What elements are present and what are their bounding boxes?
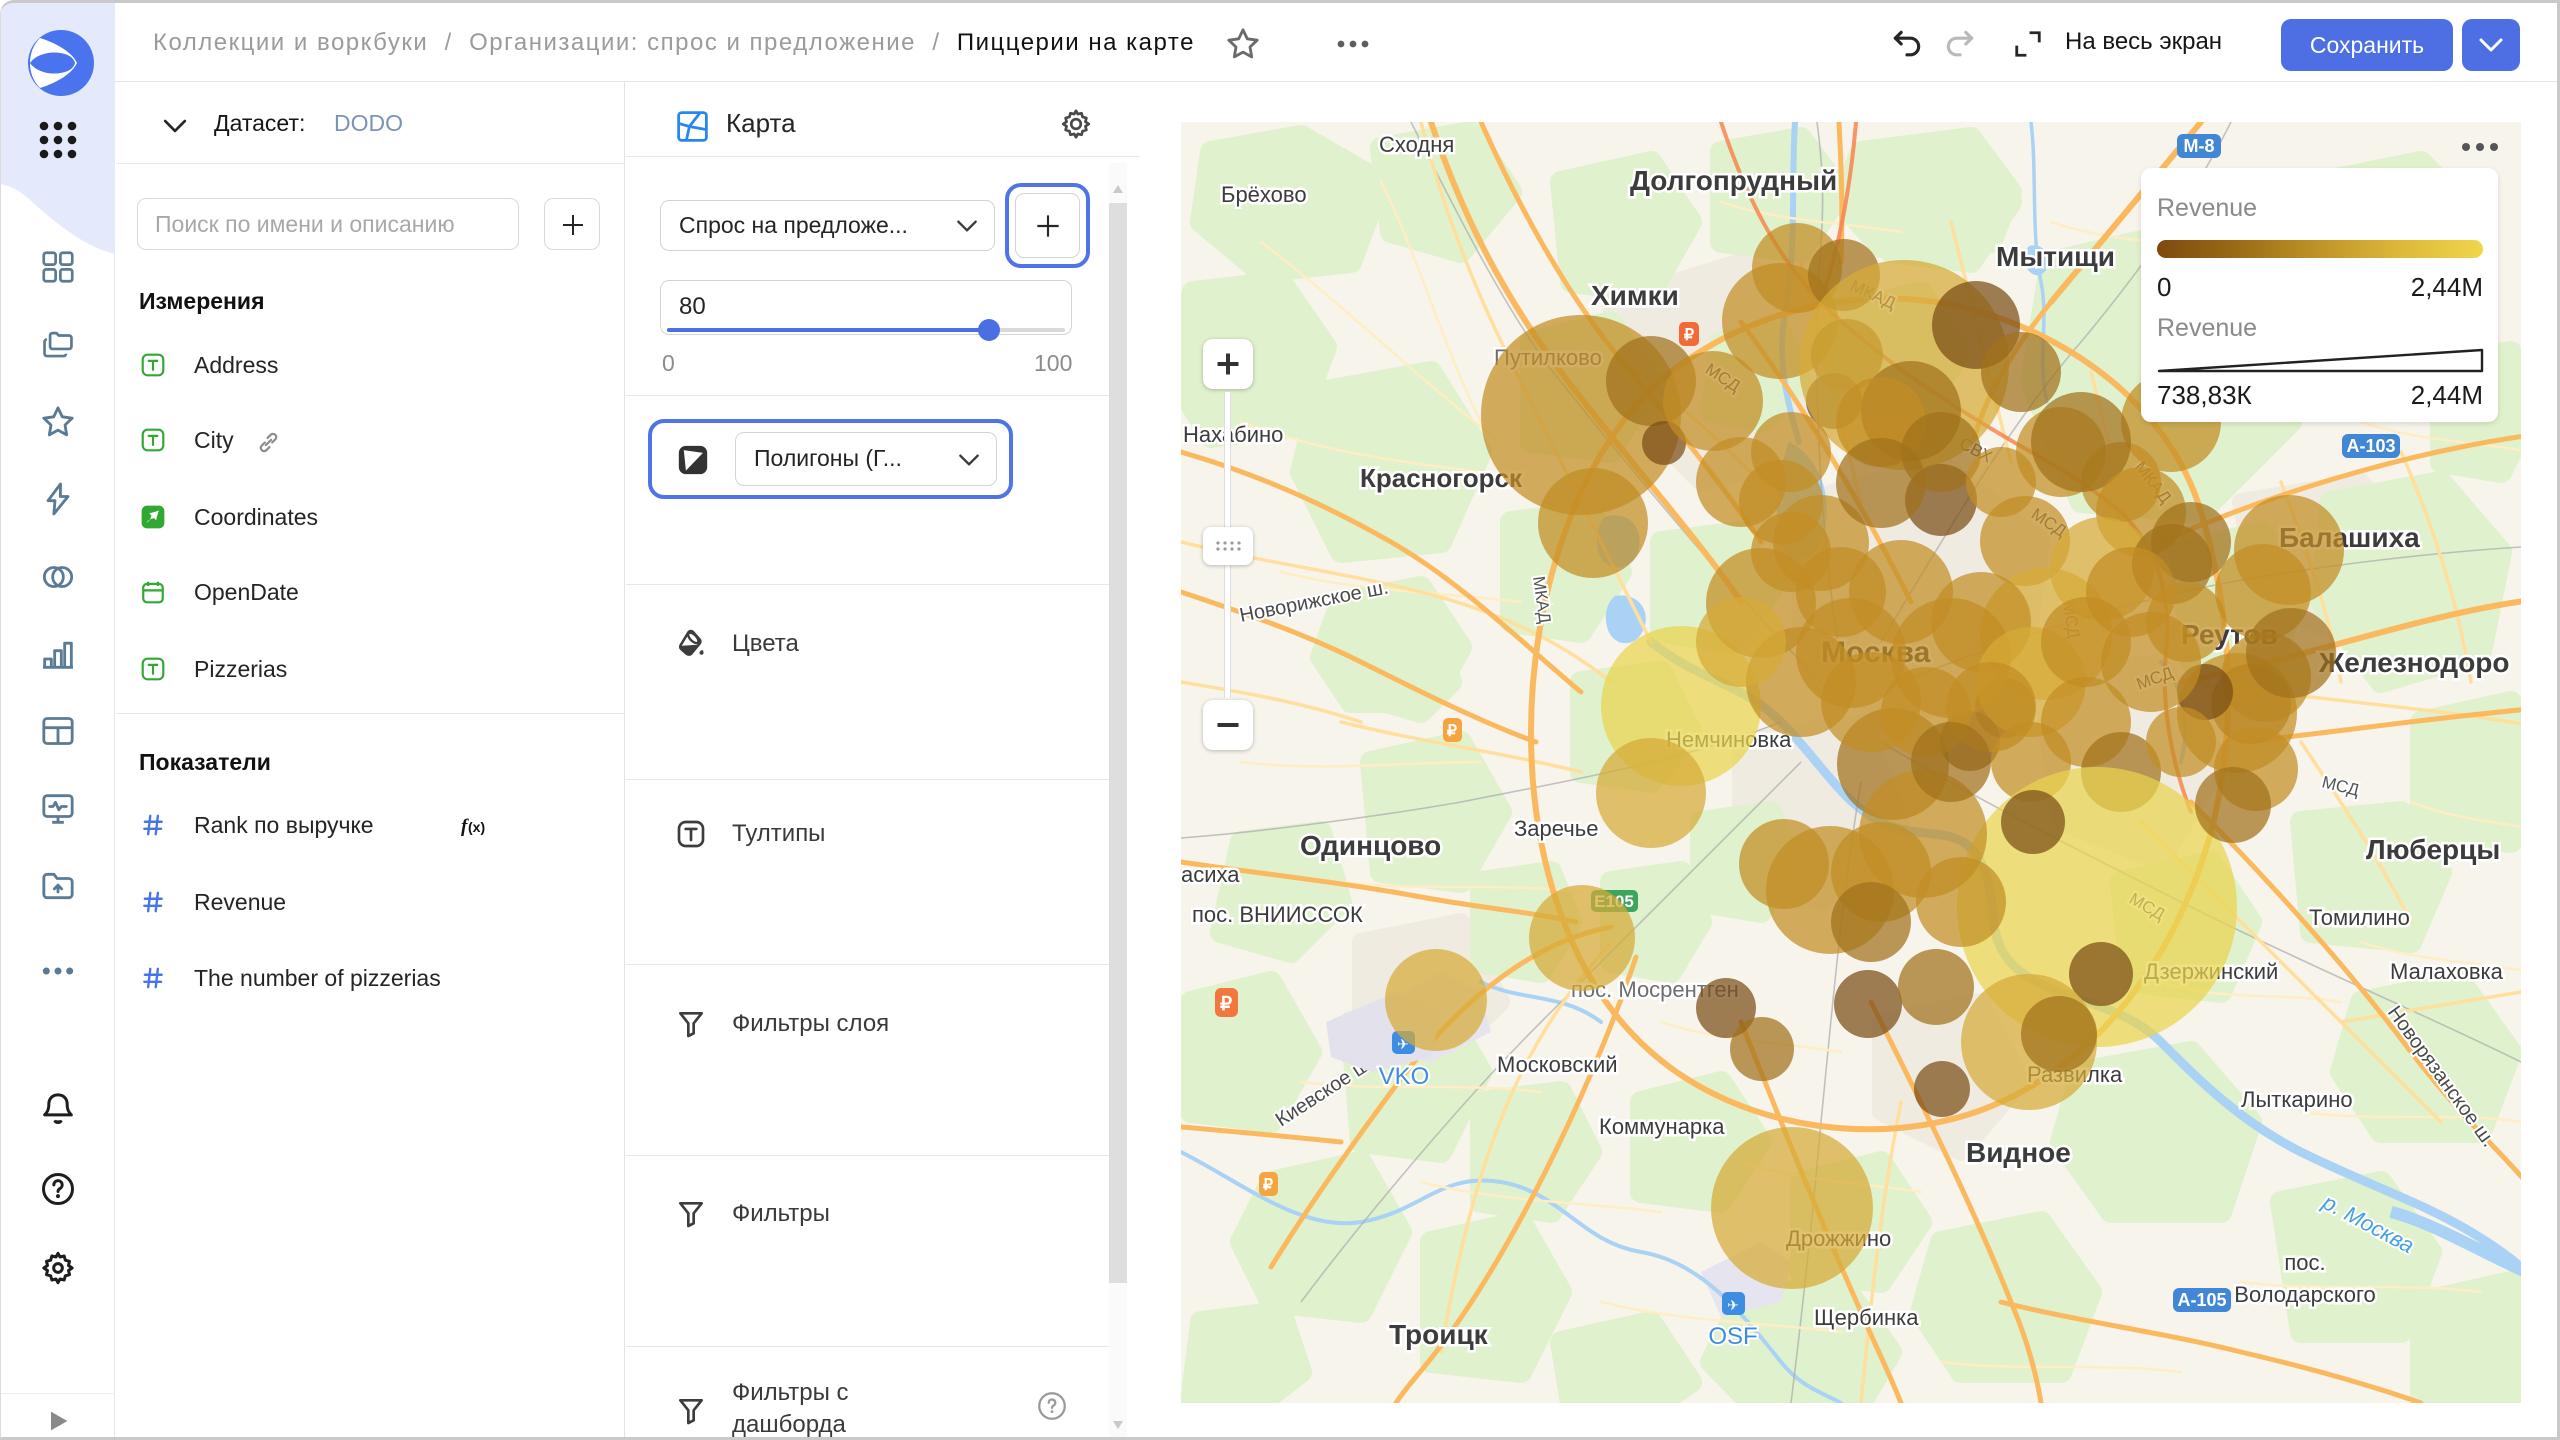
svg-text:Володарского: Володарского bbox=[2234, 1282, 2375, 1307]
svg-text:Московский: Московский bbox=[1497, 1052, 1618, 1077]
svg-text:VKO: VKO bbox=[1379, 1063, 1430, 1090]
svg-text:Брёхово: Брёхово bbox=[1221, 182, 1307, 207]
svg-text:₽: ₽ bbox=[1684, 327, 1694, 344]
svg-text:Троицк: Троицк bbox=[1389, 1319, 1489, 1350]
svg-text:Одинцово: Одинцово bbox=[1300, 830, 1441, 861]
svg-text:Долгопрудный: Долгопрудный bbox=[1630, 165, 1837, 196]
svg-text:Малаховка: Малаховка bbox=[2390, 959, 2504, 984]
svg-text:Нахабино: Нахабино bbox=[1183, 422, 1283, 447]
svg-text:А-105: А-105 bbox=[2177, 1290, 2226, 1310]
svg-text:Люберцы: Люберцы bbox=[2366, 834, 2500, 865]
svg-text:Заречье: Заречье bbox=[1514, 816, 1598, 841]
svg-text:Химки: Химки bbox=[1591, 280, 1679, 311]
svg-text:₽: ₽ bbox=[1220, 994, 1232, 1015]
svg-text:Железнодоро: Железнодоро bbox=[2318, 647, 2510, 678]
svg-text:пос.: пос. bbox=[2284, 1250, 2325, 1275]
svg-text:пос. ВНИИССОК: пос. ВНИИССОК bbox=[1192, 902, 1363, 927]
svg-text:М-8: М-8 bbox=[2184, 136, 2215, 156]
svg-text:✈: ✈ bbox=[1727, 1297, 1739, 1313]
svg-text:Сходня: Сходня bbox=[1379, 132, 1454, 157]
svg-text:Лыткарино: Лыткарино bbox=[2241, 1087, 2353, 1112]
svg-text:Мытищи: Мытищи bbox=[1996, 241, 2115, 272]
svg-text:(x): (x) bbox=[468, 819, 485, 835]
svg-text:Видное: Видное bbox=[1966, 1137, 2071, 1168]
svg-text:Томилино: Томилино bbox=[2309, 905, 2410, 930]
svg-text:₽: ₽ bbox=[1263, 1177, 1273, 1194]
svg-text:Коммунарка: Коммунарка bbox=[1599, 1114, 1725, 1139]
svg-text:OSF: OSF bbox=[1708, 1323, 1757, 1350]
svg-text:₽: ₽ bbox=[1447, 723, 1457, 740]
svg-text:А-103: А-103 bbox=[2346, 436, 2395, 456]
svg-text:Щербинка: Щербинка bbox=[1814, 1305, 1919, 1330]
svg-text:асиха: асиха bbox=[1181, 862, 1240, 887]
